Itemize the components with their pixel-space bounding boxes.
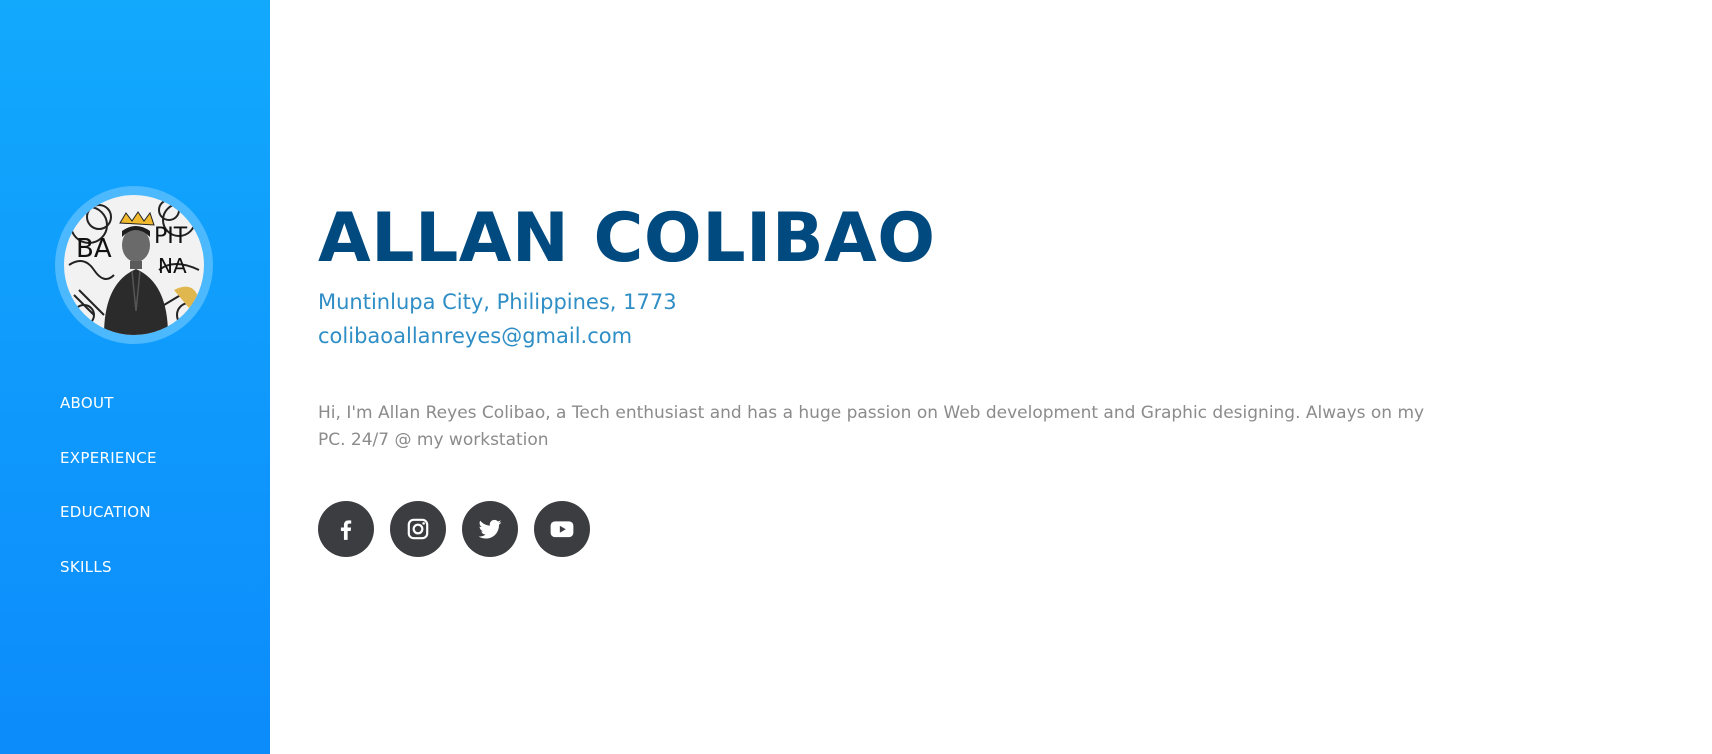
profile-bio: Hi, I'm Allan Reyes Colibao, a Tech enth… [318,403,1425,450]
twitter-icon [478,519,502,539]
nav-item-education[interactable]: EDUCATION [60,501,157,556]
profile-email-link[interactable]: colibaoallanreyes@gmail.com [318,321,632,351]
svg-text:NA: NA [158,254,187,278]
nav-item-experience[interactable]: EXPERIENCE [60,447,157,502]
nav-item-skills[interactable]: SKILLS [60,556,157,611]
about-section: ALLAN COLIBAO Muntinlupa City, Philippin… [318,0,1712,754]
avatar: BA PIT NA [55,186,213,344]
sidebar: BA PIT NA ABOUT EXPERIENCE EDUCATION SKI… [0,0,270,754]
profile-address: Muntinlupa City, Philippines, 1773 [318,290,677,314]
nav-item-about[interactable]: ABOUT [60,392,157,447]
facebook-icon [340,520,352,540]
facebook-button[interactable] [318,501,374,557]
sidebar-nav: ABOUT EXPERIENCE EDUCATION SKILLS [60,392,157,610]
youtube-button[interactable] [534,501,590,557]
instagram-icon [407,518,429,540]
svg-text:BA: BA [76,234,112,264]
svg-text:PIT: PIT [154,224,188,249]
social-links [318,501,590,557]
profile-photo: BA PIT NA [64,195,204,335]
youtube-icon [550,521,574,538]
profile-name: ALLAN COLIBAO [318,199,936,278]
instagram-button[interactable] [390,501,446,557]
twitter-button[interactable] [462,501,518,557]
